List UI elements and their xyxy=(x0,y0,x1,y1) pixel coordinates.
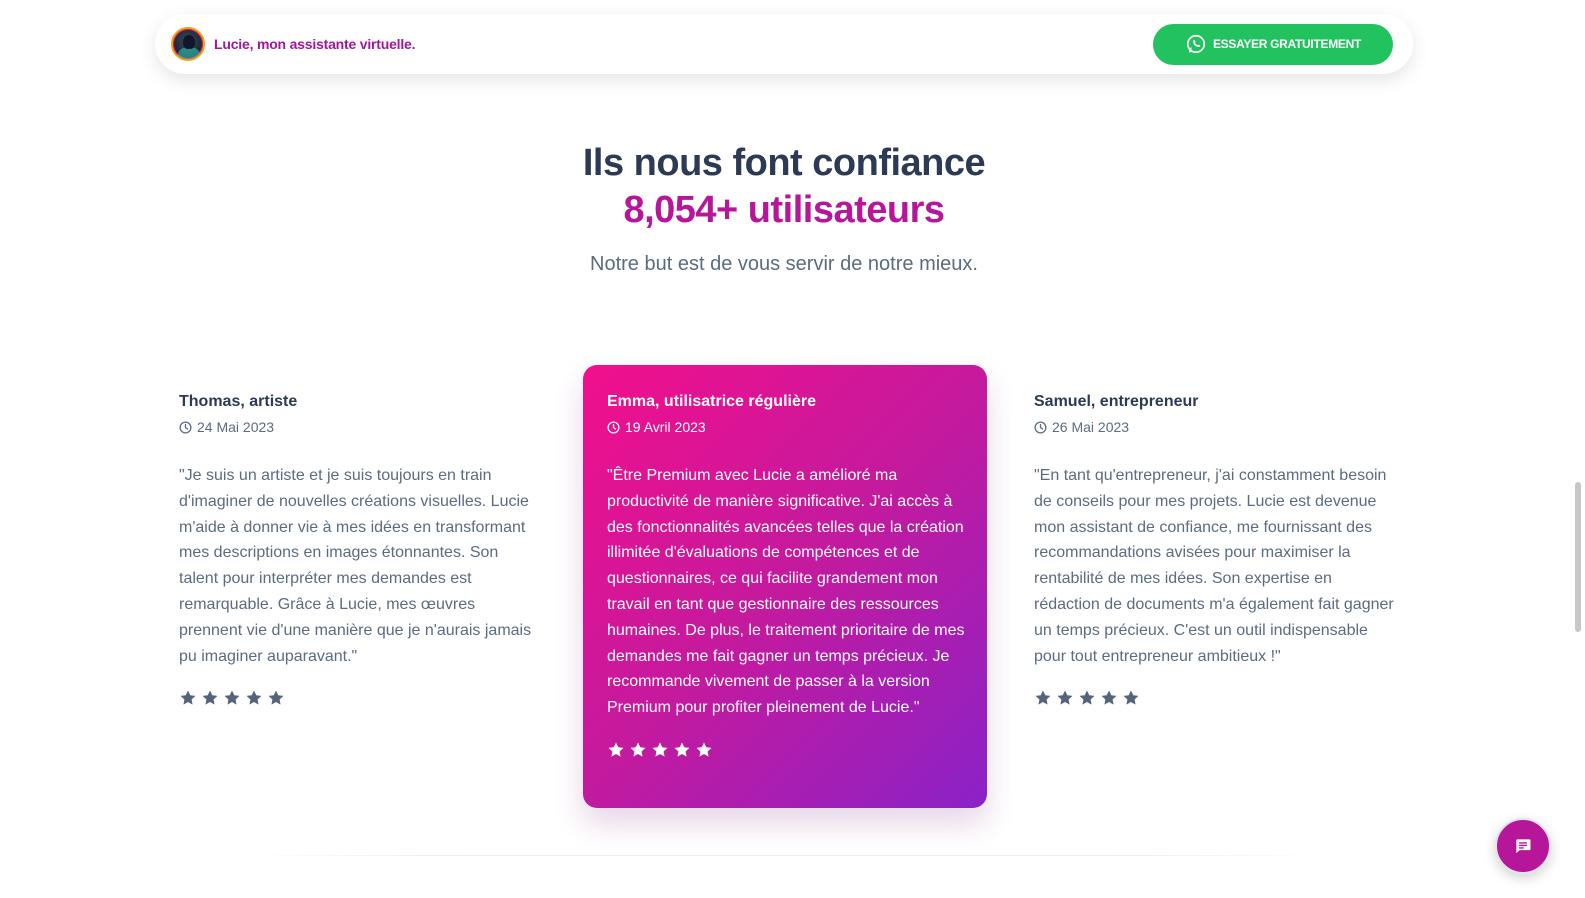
date-text: 19 Avril 2023 xyxy=(625,419,706,435)
star-rating xyxy=(1034,689,1390,707)
brand-name: Lucie, mon assistante virtuelle. xyxy=(214,36,416,52)
star-icon xyxy=(695,741,713,759)
testimonial-quote: "Je suis un artiste et je suis toujours … xyxy=(179,467,532,665)
testimonial-quote: "En tant qu'entrepreneur, j'ai constamme… xyxy=(1034,467,1394,665)
chat-icon xyxy=(1513,836,1533,856)
star-icon xyxy=(607,741,625,759)
user-count: 8,054+ utilisateurs xyxy=(623,189,945,231)
whatsapp-icon xyxy=(1185,33,1207,55)
date-text: 26 Mai 2023 xyxy=(1052,419,1130,435)
star-icon xyxy=(1078,689,1096,707)
brand[interactable]: Lucie, mon assistante virtuelle. xyxy=(171,27,416,61)
scrollbar-thumb[interactable] xyxy=(1575,482,1581,632)
clock-icon xyxy=(607,420,620,434)
star-icon xyxy=(1122,689,1140,707)
star-icon xyxy=(1100,689,1118,707)
section-title: Ils nous font confiance xyxy=(582,142,986,184)
date-text: 24 Mai 2023 xyxy=(197,419,275,435)
testimonial-author: Emma, utilisatrice régulière xyxy=(607,393,816,410)
testimonial-date: 19 Avril 2023 xyxy=(607,417,963,437)
section-subtitle: Notre but est de vous servir de notre mi… xyxy=(590,253,978,275)
star-icon xyxy=(629,741,647,759)
star-icon xyxy=(201,689,219,707)
try-free-button[interactable]: ESSAYER GRATUITEMENT xyxy=(1152,23,1393,65)
featured-testimonial-card: Emma, utilisatrice régulière 19 Avril 20… xyxy=(583,365,987,808)
star-icon xyxy=(673,741,691,759)
star-rating xyxy=(607,741,963,759)
star-rating xyxy=(179,689,535,707)
trust-section-heading: Ils nous font confiance 8,054+ utilisate… xyxy=(0,140,1568,278)
testimonial-author: Thomas, artiste xyxy=(179,393,298,410)
try-free-label: ESSAYER GRATUITEMENT xyxy=(1212,37,1361,51)
testimonial-date: 26 Mai 2023 xyxy=(1034,417,1390,437)
page-scrollbar[interactable] xyxy=(1568,0,1585,898)
section-divider xyxy=(250,855,1320,856)
testimonial-quote: "Être Premium avec Lucie a amélioré ma p… xyxy=(607,467,965,717)
star-icon xyxy=(179,689,197,707)
star-icon xyxy=(1034,689,1052,707)
chat-widget-button[interactable] xyxy=(1495,818,1551,874)
testimonial-author: Samuel, entrepreneur xyxy=(1034,393,1199,410)
clock-icon xyxy=(1034,420,1047,434)
testimonial-card: Thomas, artiste 24 Mai 2023 "Je suis un … xyxy=(155,365,559,731)
star-icon xyxy=(1056,689,1074,707)
top-navbar: Lucie, mon assistante virtuelle. ESSAYER… xyxy=(155,14,1413,74)
star-icon xyxy=(651,741,669,759)
avatar xyxy=(171,27,205,61)
testimonial-date: 24 Mai 2023 xyxy=(179,417,535,437)
star-icon xyxy=(223,689,241,707)
star-icon xyxy=(245,689,263,707)
testimonial-card: Samuel, entrepreneur 26 Mai 2023 "En tan… xyxy=(1010,365,1414,731)
star-icon xyxy=(267,689,285,707)
clock-icon xyxy=(179,420,192,434)
